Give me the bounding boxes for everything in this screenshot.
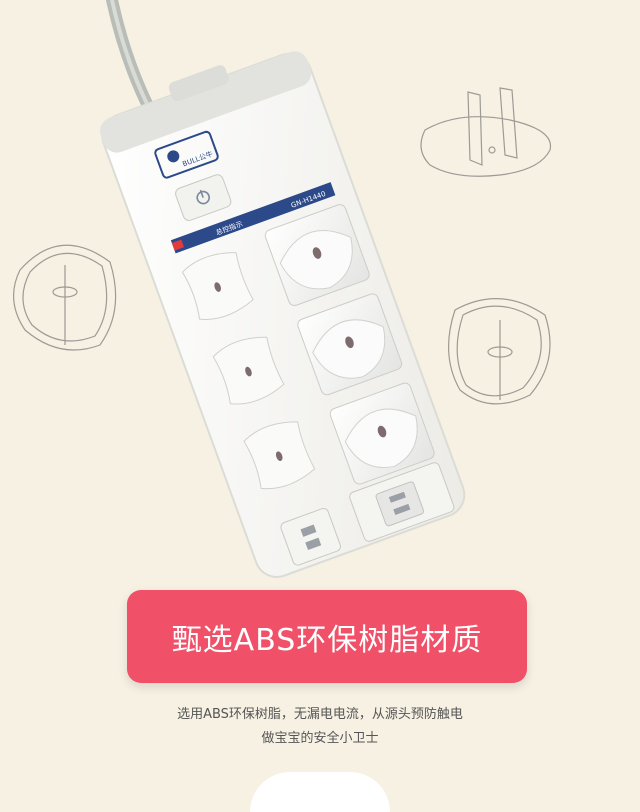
safety-cover-sketch-left <box>12 244 117 351</box>
feature-banner: 甄选ABS环保树脂材质 <box>127 590 527 683</box>
description-line-2: 做宝宝的安全小卫士 <box>261 731 379 746</box>
description-line-1: 选用ABS环保树脂，无漏电电流，从源头预防触电 <box>177 707 463 722</box>
power-strip: BULL公牛 总控指示 GN-H1440 <box>100 51 466 578</box>
banner-title: 甄选ABS环保树脂材质 <box>171 622 483 658</box>
safety-cover-sketch-top-right <box>420 87 552 177</box>
product-scene: BULL公牛 总控指示 GN-H1440 <box>12 0 552 578</box>
safety-cover-sketch-right <box>448 298 551 405</box>
decorative-arc <box>250 772 390 812</box>
